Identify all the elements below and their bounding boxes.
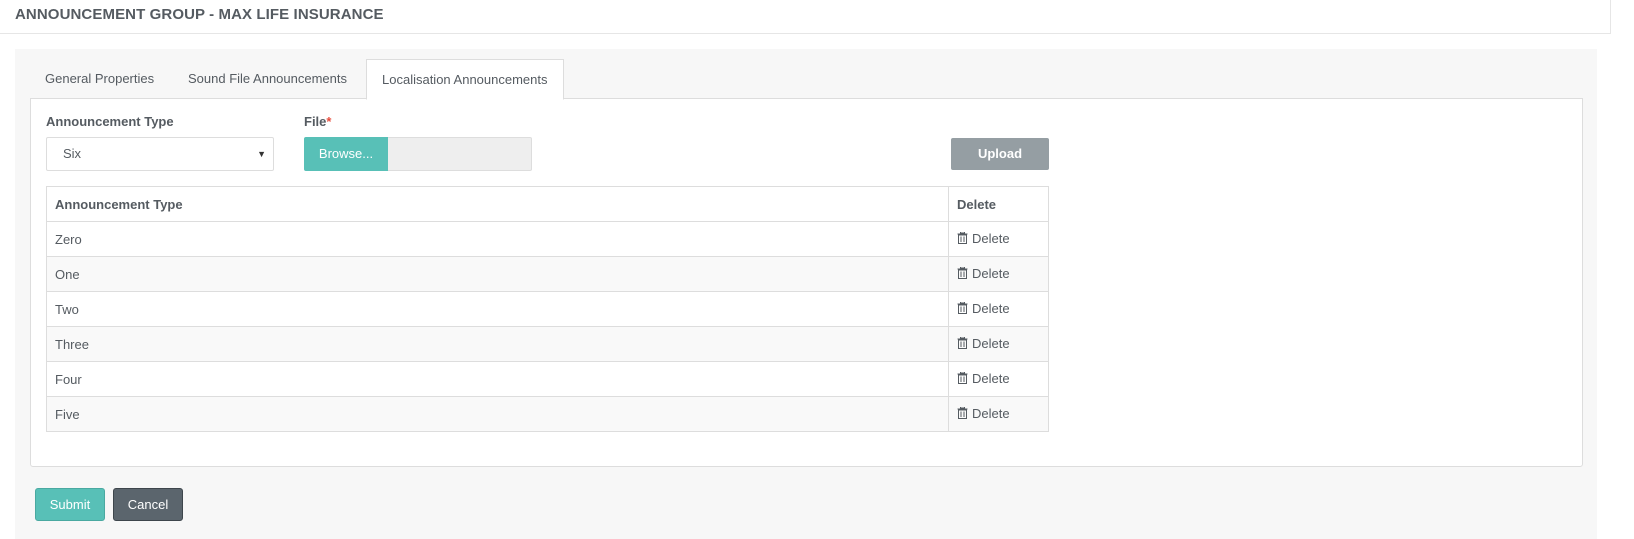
caret-down-icon: ▼ [257, 149, 266, 159]
delete-link[interactable]: Delete [957, 301, 1010, 316]
delete-label: Delete [972, 405, 1010, 421]
column-header-announcement-type: Announcement Type [46, 186, 949, 222]
submit-button[interactable]: Submit [35, 488, 105, 521]
cancel-button[interactable]: Cancel [113, 488, 183, 521]
upload-button[interactable]: Upload [951, 138, 1049, 170]
announcement-type-cell: Four [46, 361, 949, 397]
column-header-delete: Delete [948, 186, 1049, 222]
top-bar: ANNOUNCEMENT GROUP - MAX LIFE INSURANCE [0, 0, 1610, 34]
table-row: Five Delete [46, 396, 1049, 432]
table-header-row: Announcement Type Delete [46, 186, 1049, 222]
announcements-table: Announcement Type Delete Zero Delete One De… [46, 186, 1049, 432]
table-row: Three Delete [46, 326, 1049, 362]
announcement-type-cell: Three [46, 326, 949, 362]
trash-icon [957, 337, 968, 350]
delete-cell: Delete [948, 221, 1049, 257]
required-marker: * [326, 114, 332, 129]
trash-icon [957, 232, 968, 245]
delete-cell: Delete [948, 291, 1049, 327]
delete-link[interactable]: Delete [957, 231, 1010, 246]
tab-localisation-announcements[interactable]: Localisation Announcements [366, 59, 564, 100]
trash-icon [957, 407, 968, 420]
announcement-type-select[interactable]: Six ▼ [46, 137, 274, 171]
delete-label: Delete [972, 230, 1010, 246]
file-name-field[interactable] [388, 137, 532, 171]
announcement-type-label: Announcement Type [46, 114, 174, 129]
delete-label: Delete [972, 300, 1010, 316]
browse-button[interactable]: Browse... [304, 137, 388, 171]
delete-link[interactable]: Delete [957, 266, 1010, 281]
tab-general-properties[interactable]: General Properties [30, 59, 169, 99]
announcement-type-cell: One [46, 256, 949, 292]
delete-cell: Delete [948, 396, 1049, 432]
trash-icon [957, 267, 968, 280]
delete-link[interactable]: Delete [957, 336, 1010, 351]
tab-sound-file-announcements[interactable]: Sound File Announcements [173, 59, 362, 99]
delete-label: Delete [972, 370, 1010, 386]
table-row: Two Delete [46, 291, 1049, 327]
delete-link[interactable]: Delete [957, 406, 1010, 421]
trash-icon [957, 302, 968, 315]
announcement-type-value: Six [63, 146, 82, 161]
table-row: One Delete [46, 256, 1049, 292]
announcement-type-cell: Five [46, 396, 949, 432]
delete-link[interactable]: Delete [957, 371, 1010, 386]
announcement-type-cell: Two [46, 291, 949, 327]
table-row: Zero Delete [46, 221, 1049, 257]
delete-cell: Delete [948, 361, 1049, 397]
delete-label: Delete [972, 335, 1010, 351]
divider [1610, 0, 1611, 34]
delete-label: Delete [972, 265, 1010, 281]
trash-icon [957, 372, 968, 385]
file-label-text: File [304, 114, 327, 129]
table-row: Four Delete [46, 361, 1049, 397]
page-title: ANNOUNCEMENT GROUP - MAX LIFE INSURANCE [15, 6, 384, 23]
file-label: File* [304, 114, 331, 129]
delete-cell: Delete [948, 256, 1049, 292]
delete-cell: Delete [948, 326, 1049, 362]
announcement-type-cell: Zero [46, 221, 949, 257]
